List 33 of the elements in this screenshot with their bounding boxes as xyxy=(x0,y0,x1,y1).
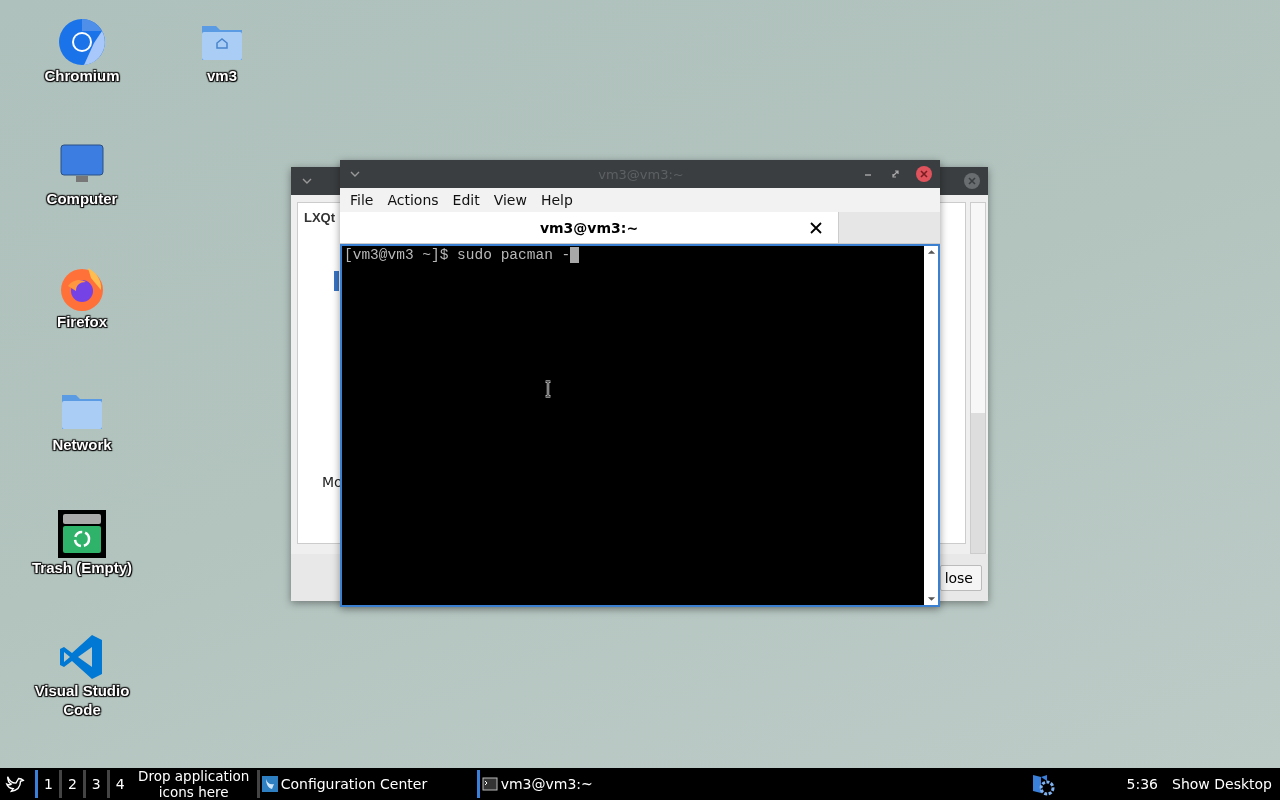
terminal-screen[interactable]: [vm3@vm3 ~]$ sudo pacman - xyxy=(340,244,940,607)
terminal-icon xyxy=(481,776,498,792)
close-button[interactable]: lose xyxy=(939,564,982,591)
panel-heading: LXQt xyxy=(304,210,336,225)
show-desktop-button[interactable]: Show Desktop xyxy=(1166,770,1280,798)
chevron-down-icon[interactable] xyxy=(302,178,312,184)
desktop-switch-button[interactable]: 3 xyxy=(82,770,107,798)
scroll-down-icon[interactable] xyxy=(926,596,936,602)
clock[interactable]: 5:36 xyxy=(1126,776,1159,792)
chromium-icon[interactable] xyxy=(58,18,106,66)
mouse-pointer-icon xyxy=(544,379,552,399)
menu-item[interactable]: Help xyxy=(533,192,580,208)
command-line: [vm3@vm3 ~]$ sudo pacman - xyxy=(344,246,571,263)
config-app-icon xyxy=(261,776,278,792)
menu-item[interactable]: File xyxy=(343,192,381,208)
desktop-switch-button[interactable]: 1 xyxy=(35,770,59,798)
menu-item[interactable]: Edit xyxy=(445,192,487,208)
update-notifier-icon[interactable] xyxy=(1030,772,1055,796)
task-button[interactable]: vm3@vm3:~ xyxy=(476,770,599,798)
trash-icon[interactable] xyxy=(58,510,106,558)
task-button[interactable]: Configuration Center xyxy=(256,770,477,798)
menu-item[interactable]: View xyxy=(486,192,534,208)
chevron-down-icon[interactable] xyxy=(350,171,360,177)
scrollbar[interactable] xyxy=(924,246,938,605)
desktop-switch-button[interactable]: 2 xyxy=(58,770,83,798)
close-icon[interactable] xyxy=(810,221,822,234)
text-cursor xyxy=(570,246,580,263)
terminal-tab[interactable]: vm3@vm3:~ xyxy=(340,212,839,243)
scroll-up-icon[interactable] xyxy=(926,249,936,255)
quicklaunch-hint: Drop application icons here xyxy=(137,768,251,800)
desktop-switch-button[interactable]: 4 xyxy=(106,770,131,798)
scrollbar[interactable] xyxy=(970,202,986,554)
menu-item[interactable]: Actions xyxy=(380,192,446,208)
